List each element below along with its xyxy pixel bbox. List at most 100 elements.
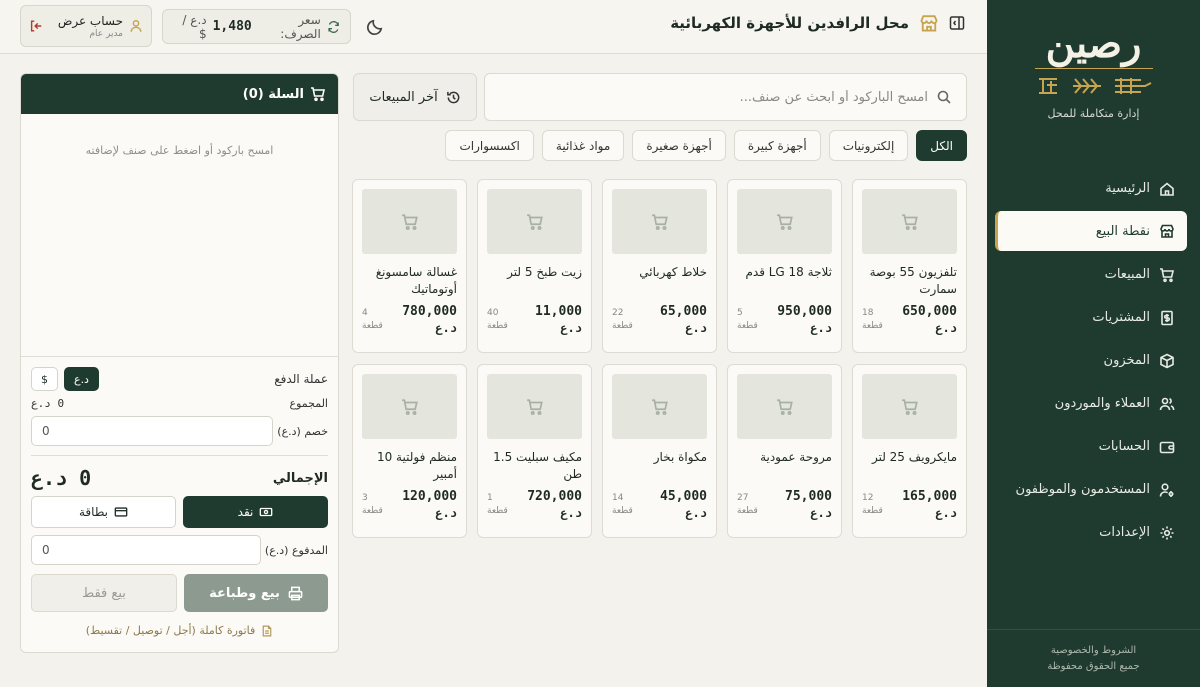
product-card[interactable]: تلفزيون 55 بوصة سمارت 650,000 د.ع 18 قطعة [852,179,967,353]
store-icon [920,15,938,32]
cart-icon [776,213,793,230]
nav-item-pos[interactable]: نقطة البيع [995,211,1187,251]
product-price: 950,000 د.ع [777,303,832,337]
tab-accessories[interactable]: اكسسوارات [445,130,534,161]
nav-item-sales[interactable]: المبيعات [995,253,1187,296]
tab-all[interactable]: الكل [916,130,967,161]
top-header: محل الرافدين للأجهزة الكهربائية سعر الصر… [0,0,987,54]
product-price-value: 75,000 [785,489,832,504]
exchange-rate-box[interactable]: سعر الصرف: 1,480 د.ع / $ [162,9,351,44]
product-stock-value: 5 [737,308,743,318]
nav-item-home[interactable]: الرئيسية [995,167,1187,210]
toggle-sidebar-icon[interactable] [949,15,965,31]
sell-only-button[interactable]: بيع فقط [31,574,177,612]
nav-item-settings[interactable]: الإعدادات [995,511,1187,554]
tab-groceries[interactable]: مواد غذائية [541,130,625,161]
discount-input[interactable] [31,416,274,446]
app-logo[interactable]: رصين إدارة متكاملة للمحل [987,0,1200,140]
card-label: بطاقة [79,505,109,519]
product-stock-value: 27 [737,493,749,503]
user-icon [130,20,142,32]
nav-item-purchases[interactable]: المشتريات [995,296,1187,339]
currency-usd-button[interactable]: $ [31,367,58,391]
logo-underline [1034,68,1153,69]
cart-icon [401,398,418,415]
sell-only-label: بيع فقط [82,585,126,601]
product-image-placeholder [737,374,832,439]
product-stock: 3 قطعة [362,488,383,518]
paid-amount-input[interactable] [31,535,261,565]
cash-payment-button[interactable]: نقد [183,496,328,528]
product-card[interactable]: غسالة سامسونغ أوتوماتيك 780,000 د.ع 4 قطعة [352,179,467,353]
refresh-icon[interactable] [327,20,340,34]
product-stock: 12 قطعة [862,488,883,518]
currency-iqd-button[interactable]: د.ع [64,367,99,391]
product-card[interactable]: مكيف سبليت 1.5 طن 720,000 د.ع 1 قطعة [477,364,592,538]
nav-item-customers-suppliers[interactable]: العملاء والموردون [995,382,1187,425]
nav-label: الحسابات [1098,439,1150,454]
total-label: الإجمالي [272,470,328,486]
nav-label: الرئيسية [1105,181,1150,196]
product-name: مكواة بخار [653,450,707,464]
card-payment-button[interactable]: بطاقة [31,496,176,528]
nav-item-inventory[interactable]: المخزون [995,339,1187,382]
sell-print-label: بيع وطباعة [209,585,280,601]
product-price-currency: د.ع [810,506,832,520]
cart-icon [526,213,543,230]
product-card[interactable]: ثلاجة LG 18 قدم 950,000 د.ع 5 قطعة [727,179,842,353]
product-image-placeholder [862,189,957,254]
product-price-currency: د.ع [935,321,957,335]
gear-icon [1160,526,1174,539]
product-stock-value: 12 [862,493,874,503]
product-name: مروحة عمودية [760,450,832,464]
subtotal-value: 0 د.ع [31,397,65,410]
product-name: تلفزيون 55 بوصة سمارت [869,265,957,296]
tab-large-appliances[interactable]: أجهزة كبيرة [733,130,821,161]
product-image-placeholder [862,374,957,439]
nav-item-users-staff[interactable]: المستخدمون والموظفون [995,468,1187,511]
product-stock: 22 قطعة [612,303,633,333]
product-card[interactable]: مايكرويف 25 لتر 165,000 د.ع 12 قطعة [852,364,967,538]
document-icon [262,625,272,636]
cart-header: السلة (0) [21,74,338,114]
pay-currency-label: عملة الدفع [274,372,328,386]
product-price-value: 120,000 [402,489,457,504]
sidebar: رصين إدارة متكاملة للمحل الرئيسية نقطة ا… [987,0,1200,687]
home-icon [1160,181,1174,196]
product-card[interactable]: منظم فولتية 10 أمبير 120,000 د.ع 3 قطعة [352,364,467,538]
tab-electronics[interactable]: إلكترونيات [828,130,909,161]
product-stock-unit: قطعة [862,321,883,331]
cuneiform-ornament-icon [1035,75,1153,99]
cart-icon [401,213,418,230]
product-stock: 1 قطعة [487,488,508,518]
product-card[interactable]: مكواة بخار 45,000 د.ع 14 قطعة [602,364,717,538]
terms-link[interactable]: الشروط والخصوصية [987,643,1200,659]
dark-mode-toggle-icon[interactable] [366,18,384,36]
receipt-icon [1161,310,1173,325]
search-input[interactable] [499,89,928,105]
nav-label: المشتريات [1092,310,1150,325]
product-search[interactable] [484,73,967,121]
product-price-currency: د.ع [935,506,957,520]
product-stock: 27 قطعة [737,488,758,518]
sell-and-print-button[interactable]: بيع وطباعة [184,574,328,612]
nav-label: العملاء والموردون [1054,396,1150,411]
product-image-placeholder [612,374,707,439]
product-card[interactable]: زيت طبخ 5 لتر 11,000 د.ع 40 قطعة [477,179,592,353]
full-invoice-link[interactable]: فاتورة كاملة (أجل / توصيل / تقسيط) [21,612,338,637]
product-price-currency: د.ع [685,506,707,520]
product-price: 65,000 د.ع [660,303,707,337]
history-icon [446,91,460,103]
product-image-placeholder [487,189,582,254]
product-name: منظم فولتية 10 أمبير [376,450,457,481]
cart-icon [901,213,918,230]
recent-sales-button[interactable]: آخر المبيعات [353,73,477,121]
account-name: حساب عرض [57,13,123,28]
logout-icon[interactable] [29,19,43,33]
product-card[interactable]: خلاط كهربائي 65,000 د.ع 22 قطعة [602,179,717,353]
nav-item-accounts[interactable]: الحسابات [995,425,1187,468]
account-box[interactable]: حساب عرض مدير عام [20,5,152,47]
tab-small-appliances[interactable]: أجهزة صغيرة [632,130,726,161]
product-stock-unit: قطعة [737,321,758,331]
product-card[interactable]: مروحة عمودية 75,000 د.ع 27 قطعة [727,364,842,538]
